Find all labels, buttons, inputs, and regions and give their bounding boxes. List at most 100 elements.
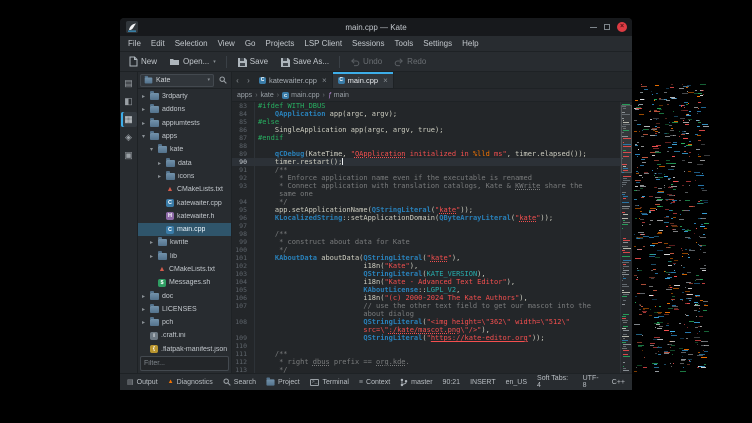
expander-closed-icon[interactable]: ▸ (140, 293, 147, 300)
status-soft-tabs-4[interactable]: Soft Tabs: 4 (532, 374, 578, 390)
tree-item-3rdparty[interactable]: ▸3rdparty (138, 90, 231, 103)
status-insert[interactable]: INSERT (465, 374, 501, 390)
menu-item-edit[interactable]: Edit (146, 36, 170, 52)
tree-item-main-cpp[interactable]: Cmain.cpp (138, 223, 231, 236)
code-line[interactable]: 93 * Connect application with translatio… (232, 182, 620, 190)
status-output[interactable]: ▤Output (122, 374, 163, 390)
open-button[interactable]: Open... ▾ (164, 55, 221, 68)
menu-item-help[interactable]: Help (457, 36, 483, 52)
menu-item-go[interactable]: Go (240, 36, 261, 52)
tree-item-cmakelists-txt[interactable]: ▲CMakeLists.txt (138, 183, 231, 196)
sidebar-tool-git[interactable]: ◈ (121, 130, 137, 145)
sidebar-tool-documents[interactable]: ▤ (121, 76, 137, 91)
expander-closed-icon[interactable]: ▸ (156, 173, 163, 180)
menu-item-file[interactable]: File (123, 36, 146, 52)
code-line[interactable]: 107 // use the other text field to get o… (232, 302, 620, 310)
code-line[interactable]: 99 * construct about data for Kate (232, 238, 620, 246)
sidebar-tool-filesystem-browser[interactable]: ◧ (121, 94, 137, 109)
expander-open-icon[interactable]: ▾ (148, 146, 155, 153)
breadcrumb-item-apps[interactable]: apps (237, 92, 252, 99)
tree-item-kate[interactable]: ▾kate (138, 143, 231, 156)
status-project[interactable]: Project (261, 374, 305, 390)
menu-item-lsp-client[interactable]: LSP Client (299, 36, 347, 52)
expander-closed-icon[interactable]: ▸ (148, 253, 155, 260)
undo-button[interactable]: Undo (345, 55, 387, 69)
code-line[interactable]: 95 app.setApplicationName(QStringLiteral… (232, 206, 620, 214)
code-line[interactable]: 97 (232, 222, 620, 230)
code-line[interactable]: 104 i18n("Kate - Advanced Text Editor"), (232, 278, 620, 286)
menu-item-settings[interactable]: Settings (418, 36, 457, 52)
save-button[interactable]: Save (232, 55, 273, 69)
code-line[interactable]: 90 timer.restart(); (232, 158, 620, 166)
tree-item-craft-ini[interactable]: i.craft.ini (138, 329, 231, 342)
code-line[interactable]: 106 i18n("(c) 2000-2024 The Kate Authors… (232, 294, 620, 302)
code-line[interactable]: 108 QStringLiteral("<img height=\"362\" … (232, 318, 620, 326)
expander-closed-icon[interactable]: ▸ (156, 160, 163, 167)
tree-item-messages-sh[interactable]: $Messages.sh (138, 276, 231, 289)
code-line[interactable]: 102 i18n("Kate"), (232, 262, 620, 270)
menu-item-view[interactable]: View (213, 36, 240, 52)
tree-item-katewaiter-cpp[interactable]: Ckatewaiter.cpp (138, 196, 231, 209)
expander-closed-icon[interactable]: ▸ (148, 239, 155, 246)
status-en-us[interactable]: en_US (501, 374, 532, 390)
tab-scroll-left-button[interactable]: ‹ (232, 72, 243, 88)
code-line[interactable]: src=\":/kate/mascot.png\"/>"), (232, 326, 620, 334)
code-line[interactable]: 96 KLocalizedString::setApplicationDomai… (232, 214, 620, 222)
status-90-21[interactable]: 90:21 (438, 374, 466, 390)
status-search[interactable]: Search (218, 374, 261, 390)
breadcrumb-item-main-cpp[interactable]: Cmain.cpp (282, 92, 319, 99)
code-line[interactable]: 94 */ (232, 198, 620, 206)
breadcrumb-item-kate[interactable]: kate (261, 92, 274, 99)
code-line[interactable]: 98 /** (232, 230, 620, 238)
tab-scroll-right-button[interactable]: › (243, 72, 254, 88)
maximize-button[interactable] (604, 24, 610, 30)
tree-item-licenses[interactable]: ▸LICENSES (138, 303, 231, 316)
code-line[interactable]: same one (232, 190, 620, 198)
tree-item-pch[interactable]: ▸pch (138, 316, 231, 329)
tree-item-lib[interactable]: ▸lib (138, 250, 231, 263)
code-line[interactable]: 100 */ (232, 246, 620, 254)
code-line[interactable]: 111 /** (232, 350, 620, 358)
tab-katewaiter-cpp[interactable]: Ckatewaiter.cpp× (254, 72, 333, 88)
tree-item-flatpak-manifest-json[interactable]: {.flatpak-manifest.json (138, 343, 231, 355)
menu-item-sessions[interactable]: Sessions (347, 36, 389, 52)
code-line[interactable]: 87#endif (232, 134, 620, 142)
menu-item-selection[interactable]: Selection (170, 36, 213, 52)
code-line[interactable]: 101 KAboutData aboutData(QStringLiteral(… (232, 254, 620, 262)
code-line[interactable]: 105 KAboutLicense::LGPL_V2, (232, 286, 620, 294)
code-line[interactable]: 110 (232, 342, 620, 350)
status-utf-8[interactable]: UTF-8 (578, 374, 607, 390)
menu-item-tools[interactable]: Tools (390, 36, 419, 52)
code-line[interactable]: 92 * Enforce application name even if th… (232, 174, 620, 182)
status-c[interactable]: C++ (607, 374, 630, 390)
code-line[interactable]: about dialog (232, 310, 620, 318)
expander-open-icon[interactable]: ▾ (140, 133, 147, 140)
code-line[interactable]: 109 QStringLiteral("https://kate-editor.… (232, 334, 620, 342)
text-editor[interactable]: 83#ifdef WITH_DBUS84 QApplication app(ar… (232, 102, 632, 373)
code-view[interactable]: 83#ifdef WITH_DBUS84 QApplication app(ar… (232, 102, 620, 373)
expander-closed-icon[interactable]: ▸ (140, 306, 147, 313)
tree-item-kwrite[interactable]: ▸kwrite (138, 236, 231, 249)
titlebar[interactable]: main.cpp — Kate × (120, 18, 632, 36)
sidebar-tool-projects[interactable]: ▦ (121, 112, 137, 127)
project-filter-input[interactable] (140, 356, 229, 371)
breadcrumb-item-main[interactable]: ƒmain (328, 92, 349, 99)
expander-closed-icon[interactable]: ▸ (140, 93, 147, 100)
tree-item-apps[interactable]: ▾apps (138, 130, 231, 143)
tree-item-katewaiter-h[interactable]: Hkatewaiter.h (138, 210, 231, 223)
status-master[interactable]: master (395, 374, 437, 390)
code-line[interactable]: 83#ifdef WITH_DBUS (232, 102, 620, 110)
code-line[interactable]: 88 (232, 142, 620, 150)
code-line[interactable]: 89 qCDebug(KateTime, "QApplication initi… (232, 150, 620, 158)
minimap-view-indicator[interactable] (621, 105, 632, 173)
minimize-button[interactable] (590, 27, 597, 28)
expander-closed-icon[interactable]: ▸ (140, 106, 147, 113)
code-line[interactable]: 84 QApplication app(argc, argv); (232, 110, 620, 118)
tree-item-data[interactable]: ▸data (138, 156, 231, 169)
code-line[interactable]: 103 QStringLiteral(KATE_VERSION), (232, 270, 620, 278)
save-as-button[interactable]: Save As... (275, 55, 334, 69)
tree-item-appiumtests[interactable]: ▸appiumtests (138, 117, 231, 130)
new-button[interactable]: New (124, 54, 162, 69)
expander-closed-icon[interactable]: ▸ (140, 319, 147, 326)
status-diagnostics[interactable]: ▲Diagnostics (163, 374, 218, 390)
